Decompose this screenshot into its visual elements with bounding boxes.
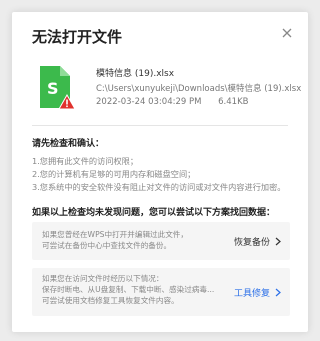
warning-icon (58, 94, 76, 110)
chevron-right-icon (275, 288, 281, 297)
chevron-right-icon (275, 237, 281, 246)
card-line: 如果您在访问文件时经历以下情况： (42, 274, 164, 283)
file-info: S 模特信息 (19).xlsx C:\Users\xunyukeji\Down… (36, 62, 301, 118)
card-line: 可尝试在备份中心中查找文件的备份。 (42, 241, 172, 250)
card-line: 如果您曾经在WPS中打开并编辑过此文件， (42, 230, 188, 239)
card-description: 如果您曾经在WPS中打开并编辑过此文件， 可尝试在备份中心中查找文件的备份。 (42, 229, 218, 251)
tool-repair-label: 工具修复 (233, 289, 270, 299)
divider (32, 125, 288, 126)
check-item: 2.您的计算机有足够的可用内存和磁盘空间； (32, 169, 196, 179)
file-name: 模特信息 (19).xlsx (96, 69, 175, 79)
check-list: 1.您拥有此文件的访问权限； 2.您的计算机有足够的可用内存和磁盘空间； 3.您… (32, 155, 300, 194)
check-item: 1.您拥有此文件的访问权限； (32, 156, 139, 166)
file-size: 6.41KB (218, 97, 249, 107)
card-line: 保存时断电、从U盘复制、下载中断、感染过病毒... (42, 285, 215, 294)
file-date: 2022-03-24 03:04:29 PM (96, 97, 202, 107)
recover-title: 如果以上检查均未发现问题，您可以尝试以下方案找回数据： (32, 208, 276, 218)
check-title: 请先检查和确认： (32, 139, 105, 149)
repair-tool-card: 如果您在访问文件时经历以下情况： 保存时断电、从U盘复制、下载中断、感染过病毒.… (32, 268, 290, 316)
check-item: 3.您系统中的安全软件没有阻止对文件的访问或对文件内容进行加密。 (32, 182, 286, 192)
file-path: C:\Users\xunyukeji\Downloads\模特信息 (19).x… (96, 84, 302, 94)
open-file-error-dialog: 无法打开文件 S 模特信息 (19).xlsx C:\Users\xunyuke… (12, 12, 308, 332)
restore-backup-button[interactable]: 恢复备份 (234, 235, 282, 248)
close-icon[interactable] (280, 26, 294, 40)
spreadsheet-file-icon: S (36, 64, 76, 112)
card-description: 如果您在访问文件时经历以下情况： 保存时断电、从U盘复制、下载中断、感染过病毒.… (42, 273, 218, 306)
dialog-title: 无法打开文件 (32, 28, 123, 46)
tool-repair-button[interactable]: 工具修复 (234, 286, 282, 299)
card-line: 可尝试使用文档修复工具恢复文件内容。 (42, 296, 179, 305)
file-meta: 2022-03-24 03:04:29 PM 6.41KB (96, 97, 248, 107)
backup-recovery-card: 如果您曾经在WPS中打开并编辑过此文件， 可尝试在备份中心中查找文件的备份。 恢… (32, 222, 290, 260)
restore-backup-label: 恢复备份 (233, 238, 270, 248)
svg-text:S: S (47, 79, 59, 98)
